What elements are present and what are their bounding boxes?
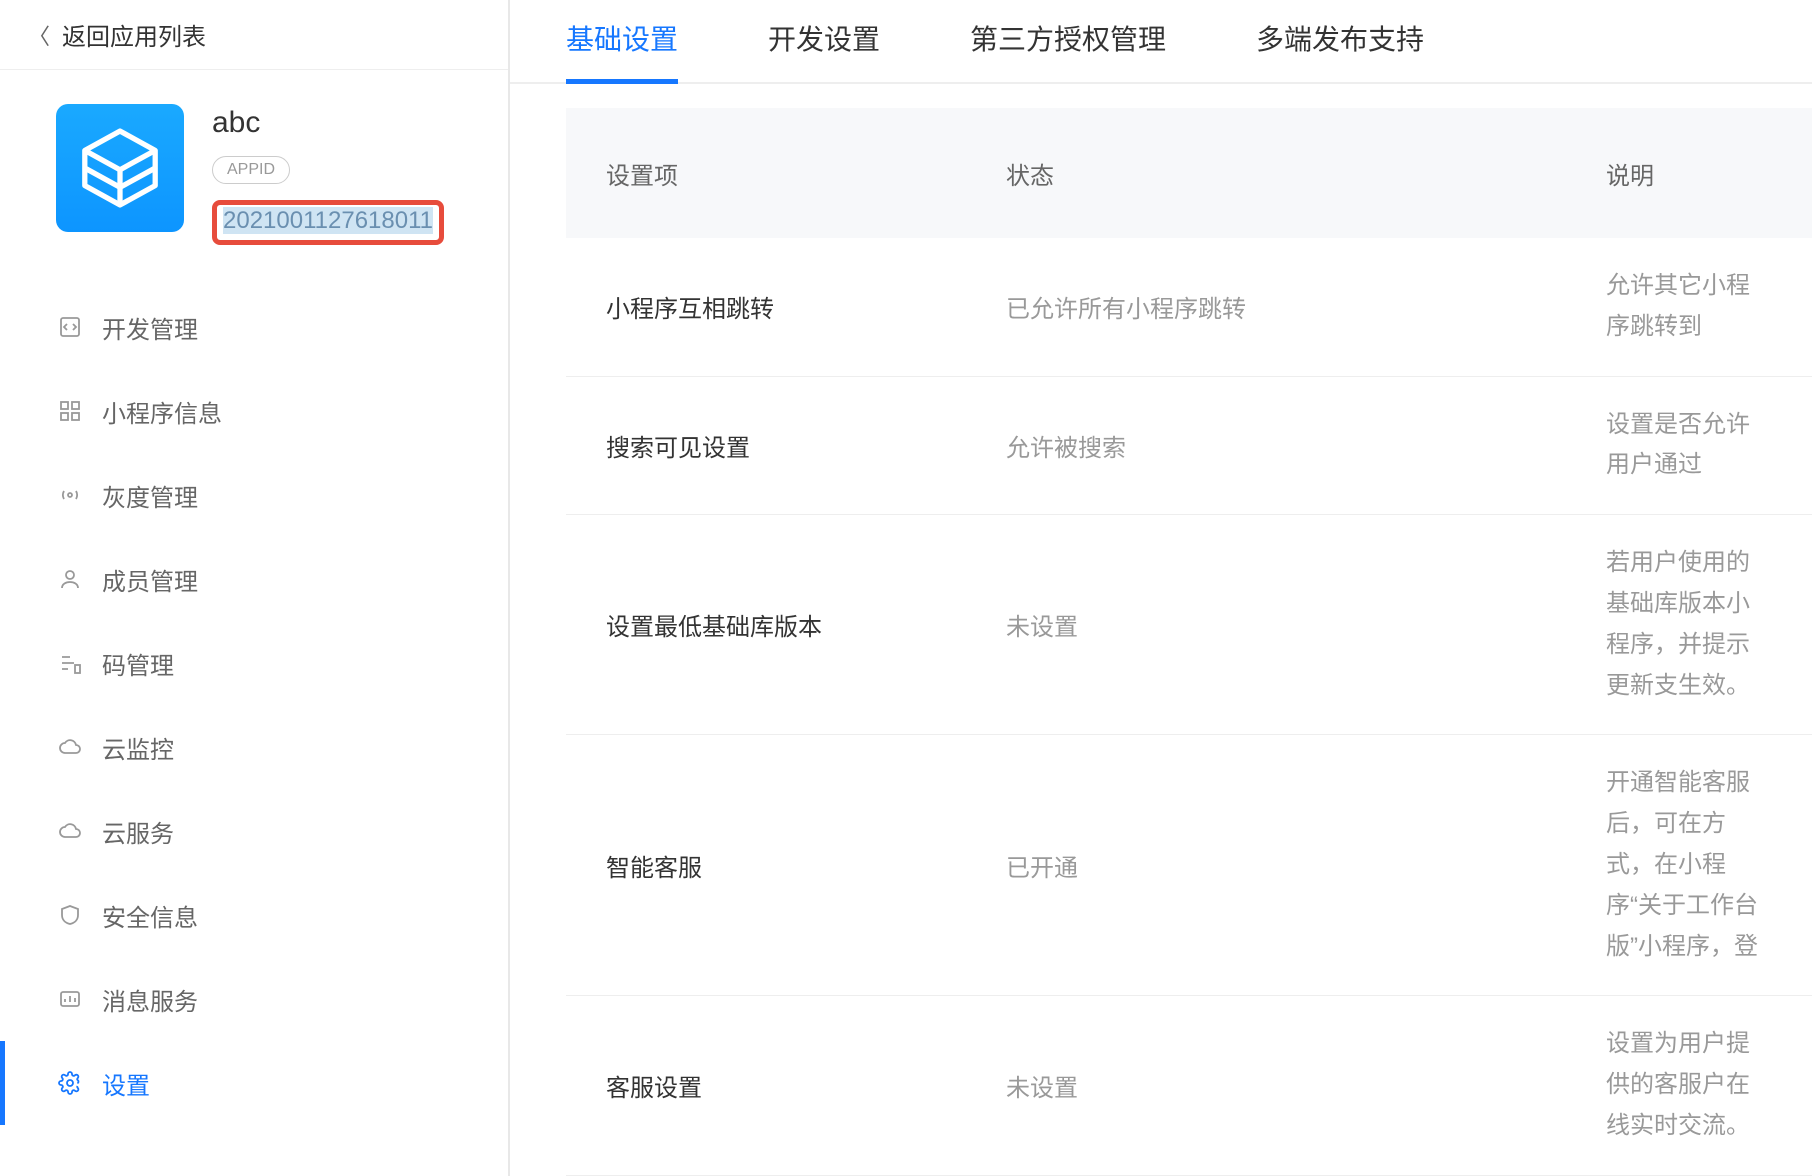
table-row[interactable]: 搜索可见设置 允许被搜索 设置是否允许用户通过 — [566, 377, 1812, 516]
sidebar-item-label: 开发管理 — [102, 310, 198, 345]
tabs: 基础设置 开发设置 第三方授权管理 多端发布支持 — [510, 0, 1812, 84]
grid-icon — [56, 397, 84, 425]
appid-badge: APPID — [212, 156, 290, 184]
cell-status: 已开通 — [1006, 848, 1606, 883]
broadcast-icon — [56, 481, 84, 509]
user-icon — [56, 565, 84, 593]
tab-multi-end-publish[interactable]: 多端发布支持 — [1256, 18, 1424, 82]
sidebar-nav: 开发管理 小程序信息 灰度管理 成员管理 码管理 — [0, 269, 508, 1125]
chart-icon — [56, 985, 84, 1013]
sidebar-item-cloud-service[interactable]: 云服务 — [0, 789, 508, 873]
sidebar-item-security[interactable]: 安全信息 — [0, 873, 508, 957]
cell-desc: 设置为用户提供的客服户在线实时交流。 — [1606, 996, 1772, 1174]
sidebar-item-code-manage[interactable]: 码管理 — [0, 621, 508, 705]
cloud-icon — [56, 733, 84, 761]
shield-icon — [56, 901, 84, 929]
cell-setting: 搜索可见设置 — [606, 428, 1006, 463]
sidebar-item-label: 灰度管理 — [102, 478, 198, 513]
sidebar-item-message-service[interactable]: 消息服务 — [0, 957, 508, 1041]
table-header: 设置项 状态 说明 — [566, 108, 1812, 238]
app-logo-icon — [56, 104, 184, 232]
tab-basic-settings[interactable]: 基础设置 — [566, 18, 678, 82]
sidebar-item-settings[interactable]: 设置 — [0, 1041, 508, 1125]
chevron-left-icon: 〈 — [28, 19, 50, 51]
qr-icon — [56, 649, 84, 677]
th-status: 状态 — [1006, 156, 1606, 191]
sidebar-item-label: 小程序信息 — [102, 394, 222, 429]
sidebar: 〈 返回应用列表 abc APPID 2021001127618011 开发管理 — [0, 0, 510, 1176]
table-row[interactable]: 小程序互相跳转 已允许所有小程序跳转 允许其它小程序跳转到 — [566, 238, 1812, 377]
table-row[interactable]: 智能客服 已开通 开通智能客服后，可在方式，在小程序“关于工作台版”小程序，登 — [566, 735, 1812, 996]
tab-dev-settings[interactable]: 开发设置 — [768, 18, 880, 82]
cell-desc: 若用户使用的基础库版本小程序，并提示更新支生效。 — [1606, 515, 1772, 734]
cell-status: 未设置 — [1006, 1068, 1606, 1103]
table-row[interactable]: 客服设置 未设置 设置为用户提供的客服户在线实时交流。 — [566, 996, 1812, 1175]
cell-status: 允许被搜索 — [1006, 428, 1606, 463]
th-setting-item: 设置项 — [606, 156, 1006, 191]
cell-desc: 开通智能客服后，可在方式，在小程序“关于工作台版”小程序，登 — [1606, 735, 1772, 995]
main-content: 基础设置 开发设置 第三方授权管理 多端发布支持 设置项 状态 说明 小程序互相… — [510, 0, 1812, 1176]
sidebar-item-label: 消息服务 — [102, 982, 198, 1017]
sidebar-item-label: 云服务 — [102, 814, 174, 849]
cell-desc: 允许其它小程序跳转到 — [1606, 238, 1772, 376]
cell-status: 已允许所有小程序跳转 — [1006, 289, 1606, 324]
sidebar-item-gray-manage[interactable]: 灰度管理 — [0, 453, 508, 537]
sidebar-item-label: 码管理 — [102, 646, 174, 681]
appid-value[interactable]: 2021001127618011 — [223, 207, 433, 234]
sidebar-item-miniapp-info[interactable]: 小程序信息 — [0, 369, 508, 453]
sidebar-item-label: 成员管理 — [102, 562, 198, 597]
cloud-icon — [56, 817, 84, 845]
app-name: abc — [212, 106, 444, 140]
tab-third-party-auth[interactable]: 第三方授权管理 — [970, 18, 1166, 82]
sidebar-item-dev-manage[interactable]: 开发管理 — [0, 285, 508, 369]
table-row[interactable]: 设置最低基础库版本 未设置 若用户使用的基础库版本小程序，并提示更新支生效。 — [566, 515, 1812, 735]
gear-icon — [56, 1069, 84, 1097]
th-description: 说明 — [1606, 156, 1772, 191]
back-label: 返回应用列表 — [62, 17, 206, 52]
app-header: abc APPID 2021001127618011 — [0, 70, 508, 269]
sidebar-item-label: 设置 — [102, 1066, 150, 1101]
cell-setting: 小程序互相跳转 — [606, 289, 1006, 324]
sidebar-item-cloud-monitor[interactable]: 云监控 — [0, 705, 508, 789]
cell-setting: 客服设置 — [606, 1068, 1006, 1103]
appid-highlight-box: 2021001127618011 — [212, 200, 444, 245]
cell-desc: 设置是否允许用户通过 — [1606, 377, 1772, 515]
sidebar-item-label: 安全信息 — [102, 898, 198, 933]
back-to-app-list[interactable]: 〈 返回应用列表 — [0, 0, 508, 70]
cell-status: 未设置 — [1006, 607, 1606, 642]
cell-setting: 设置最低基础库版本 — [606, 607, 1006, 642]
table-body: 小程序互相跳转 已允许所有小程序跳转 允许其它小程序跳转到 搜索可见设置 允许被… — [566, 238, 1812, 1176]
sidebar-item-member-manage[interactable]: 成员管理 — [0, 537, 508, 621]
code-icon — [56, 313, 84, 341]
sidebar-item-label: 云监控 — [102, 730, 174, 765]
cell-setting: 智能客服 — [606, 848, 1006, 883]
